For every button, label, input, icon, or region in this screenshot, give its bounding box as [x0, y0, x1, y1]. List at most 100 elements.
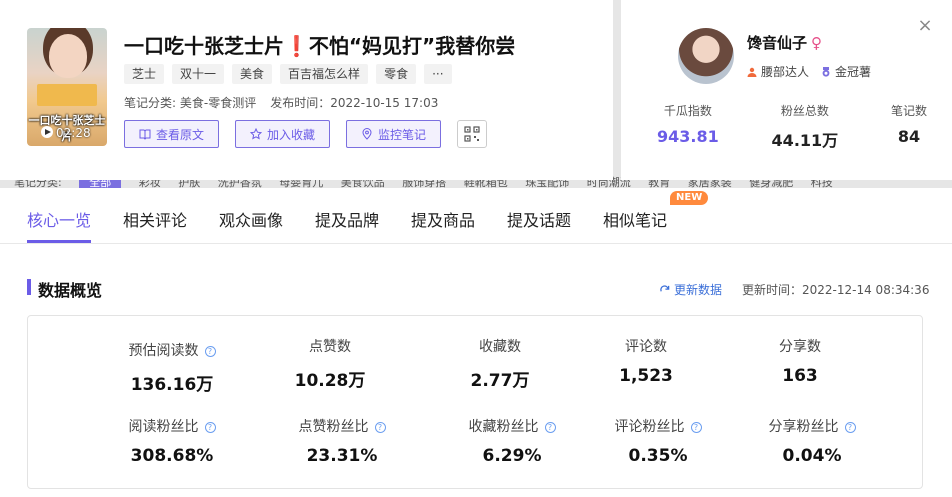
monitor-note-button[interactable]: 监控笔记	[346, 120, 442, 148]
author-name[interactable]: 馋音仙子 ♀	[747, 32, 822, 53]
metric-label: 阅读粉丝比	[128, 419, 199, 435]
metric-value: 0.35%	[628, 446, 688, 466]
notes-count-value: 84	[897, 127, 921, 146]
note-actions: 查看原文 加入收藏 监控笔记	[124, 120, 488, 148]
followers-label: 粉丝总数	[780, 104, 829, 118]
star-icon	[250, 128, 263, 140]
metric-label: 收藏数	[479, 339, 521, 355]
metric-label: 分享粉丝比	[768, 419, 839, 435]
section-title-bar	[27, 279, 31, 295]
author-avatar[interactable]	[678, 28, 734, 84]
view-original-button[interactable]: 查看原文	[124, 120, 220, 148]
view-original-label: 查看原文	[156, 127, 205, 142]
metric-label: 预估阅读数	[128, 343, 199, 359]
refresh-data-label: 更新数据	[674, 283, 723, 297]
qr-code-icon	[464, 126, 480, 142]
book-icon	[139, 129, 151, 140]
followers-value: 44.11万	[771, 131, 839, 150]
level-badge: 金冠薯	[821, 63, 871, 80]
followers-stat: 粉丝总数 44.11万	[772, 102, 839, 151]
author-info-card: 馋音仙子 ♀ 腰部达人 金冠薯 × 千瓜指数 943.81 粉丝总数 44.11万…	[621, 0, 952, 180]
section-title: 数据概览	[38, 281, 103, 300]
close-icon[interactable]: ×	[917, 17, 933, 35]
tab-mentioned-products[interactable]: 提及商品	[411, 207, 475, 231]
monitor-note-label: 监控笔记	[378, 127, 427, 142]
video-duration: 02:28	[41, 126, 91, 140]
location-pin-icon	[362, 128, 372, 140]
metrics-panel: 预估阅读数? 136.16万 点赞数 10.28万 收藏数 2.77万 评论数 …	[27, 315, 923, 489]
more-tags-button[interactable]: ···	[424, 64, 452, 84]
help-icon[interactable]: ?	[844, 422, 856, 433]
help-icon[interactable]: ?	[204, 346, 216, 357]
tab-related-comments[interactable]: 相关评论	[123, 207, 187, 231]
metric-value: 308.68%	[130, 446, 214, 466]
metric-share-fan-ratio: 分享粉丝比? 0.04%	[732, 416, 892, 466]
metric-favorite-fan-ratio: 收藏粉丝比? 6.29%	[432, 416, 592, 466]
note-tags: 芝士 双十一 美食 百吉福怎么样 零食 ···	[124, 64, 452, 84]
metric-label: 点赞粉丝比	[298, 419, 369, 435]
help-icon[interactable]: ?	[690, 422, 702, 433]
metric-label: 点赞数	[309, 339, 351, 355]
talent-badge-text: 腰部达人	[761, 65, 810, 79]
metric-comment-fan-ratio: 评论粉丝比? 0.35%	[578, 416, 738, 466]
new-badge: NEW	[670, 191, 709, 205]
notes-count-stat: 笔记数 84	[891, 102, 927, 151]
metric-comments: 评论数 1,523	[566, 336, 726, 386]
note-tag[interactable]: 芝士	[124, 64, 165, 84]
cover-person-image	[49, 34, 87, 78]
metric-label: 评论粉丝比	[614, 419, 685, 435]
metric-favorites: 收藏数 2.77万	[420, 336, 580, 391]
note-cover-thumbnail[interactable]: 一口吃十张芝士片 02:28	[27, 28, 107, 146]
add-favorite-label: 加入收藏	[267, 127, 316, 142]
metric-label: 收藏粉丝比	[468, 419, 539, 435]
author-stats: 千瓜指数 943.81 粉丝总数 44.11万 笔记数 84	[657, 102, 927, 151]
crown-medal-icon	[822, 67, 830, 77]
metric-label: 评论数	[625, 339, 667, 355]
refresh-icon	[660, 285, 670, 292]
tab-bar: 核心一览 相关评论 观众画像 提及品牌 提及商品 提及话题 相似笔记 NEW	[0, 188, 952, 244]
note-tag[interactable]: 零食	[376, 64, 417, 84]
metric-value: 0.04%	[782, 446, 842, 466]
qiangua-index-label: 千瓜指数	[663, 104, 712, 118]
note-title-part1: 一口吃十张芝士片	[124, 34, 284, 58]
metric-likes: 点赞数 10.28万	[250, 336, 410, 391]
author-badges: 腰部达人 金冠薯	[747, 63, 871, 80]
note-tag[interactable]: 百吉福怎么样	[280, 64, 369, 84]
notes-count-label: 笔记数	[890, 104, 927, 118]
tab-similar-notes[interactable]: 相似笔记	[603, 207, 667, 231]
note-title: 一口吃十张芝士片❗不怕“妈见打”我替你尝	[124, 30, 515, 59]
tab-core-overview[interactable]: 核心一览	[27, 207, 91, 231]
qr-code-button[interactable]	[457, 120, 488, 148]
metric-value: 2.77万	[470, 371, 530, 391]
metric-value: 6.29%	[482, 446, 542, 466]
person-icon	[747, 67, 757, 77]
female-icon: ♀	[811, 34, 823, 52]
talent-badge: 腰部达人	[747, 63, 809, 80]
help-icon[interactable]: ?	[204, 422, 216, 433]
metric-shares: 分享数 163	[720, 336, 880, 386]
note-category: 笔记分类: 美食-零食测评	[124, 96, 257, 110]
note-meta: 笔记分类: 美食-零食测评 发布时间：2022-10-15 17:03	[124, 94, 438, 111]
exclamation-icon: ❗	[284, 34, 309, 58]
metric-est-reads: 预估阅读数? 136.16万	[92, 340, 252, 395]
metric-value: 163	[782, 366, 818, 386]
tab-mentioned-topics[interactable]: 提及话题	[507, 207, 571, 231]
add-favorite-button[interactable]: 加入收藏	[235, 120, 331, 148]
page: 笔记分类: 全部 彩妆 护肤 洗护香氛 母婴育儿 美食饮品 服饰穿搭 鞋靴箱包 …	[0, 0, 952, 497]
tab-audience-profile[interactable]: 观众画像	[219, 207, 283, 231]
note-tag[interactable]: 美食	[232, 64, 273, 84]
note-publish-time: 发布时间：2022-10-15 17:03	[270, 96, 439, 110]
metric-label: 分享数	[779, 339, 821, 355]
update-time: 更新时间：2022-12-14 08:34:36	[742, 283, 930, 297]
note-tag[interactable]: 双十一	[172, 64, 225, 84]
help-icon[interactable]: ?	[544, 422, 556, 433]
cover-food-image	[37, 84, 97, 106]
metric-like-fan-ratio: 点赞粉丝比? 23.31%	[262, 416, 422, 466]
refresh-data-button[interactable]: 更新数据	[659, 281, 722, 298]
help-icon[interactable]: ?	[374, 422, 386, 433]
metric-value: 10.28万	[294, 371, 366, 391]
note-title-part2: 不怕“妈见打”我替你尝	[308, 34, 516, 58]
tab-mentioned-brands[interactable]: 提及品牌	[315, 207, 379, 231]
video-duration-text: 02:28	[56, 126, 91, 140]
play-icon	[41, 126, 53, 138]
